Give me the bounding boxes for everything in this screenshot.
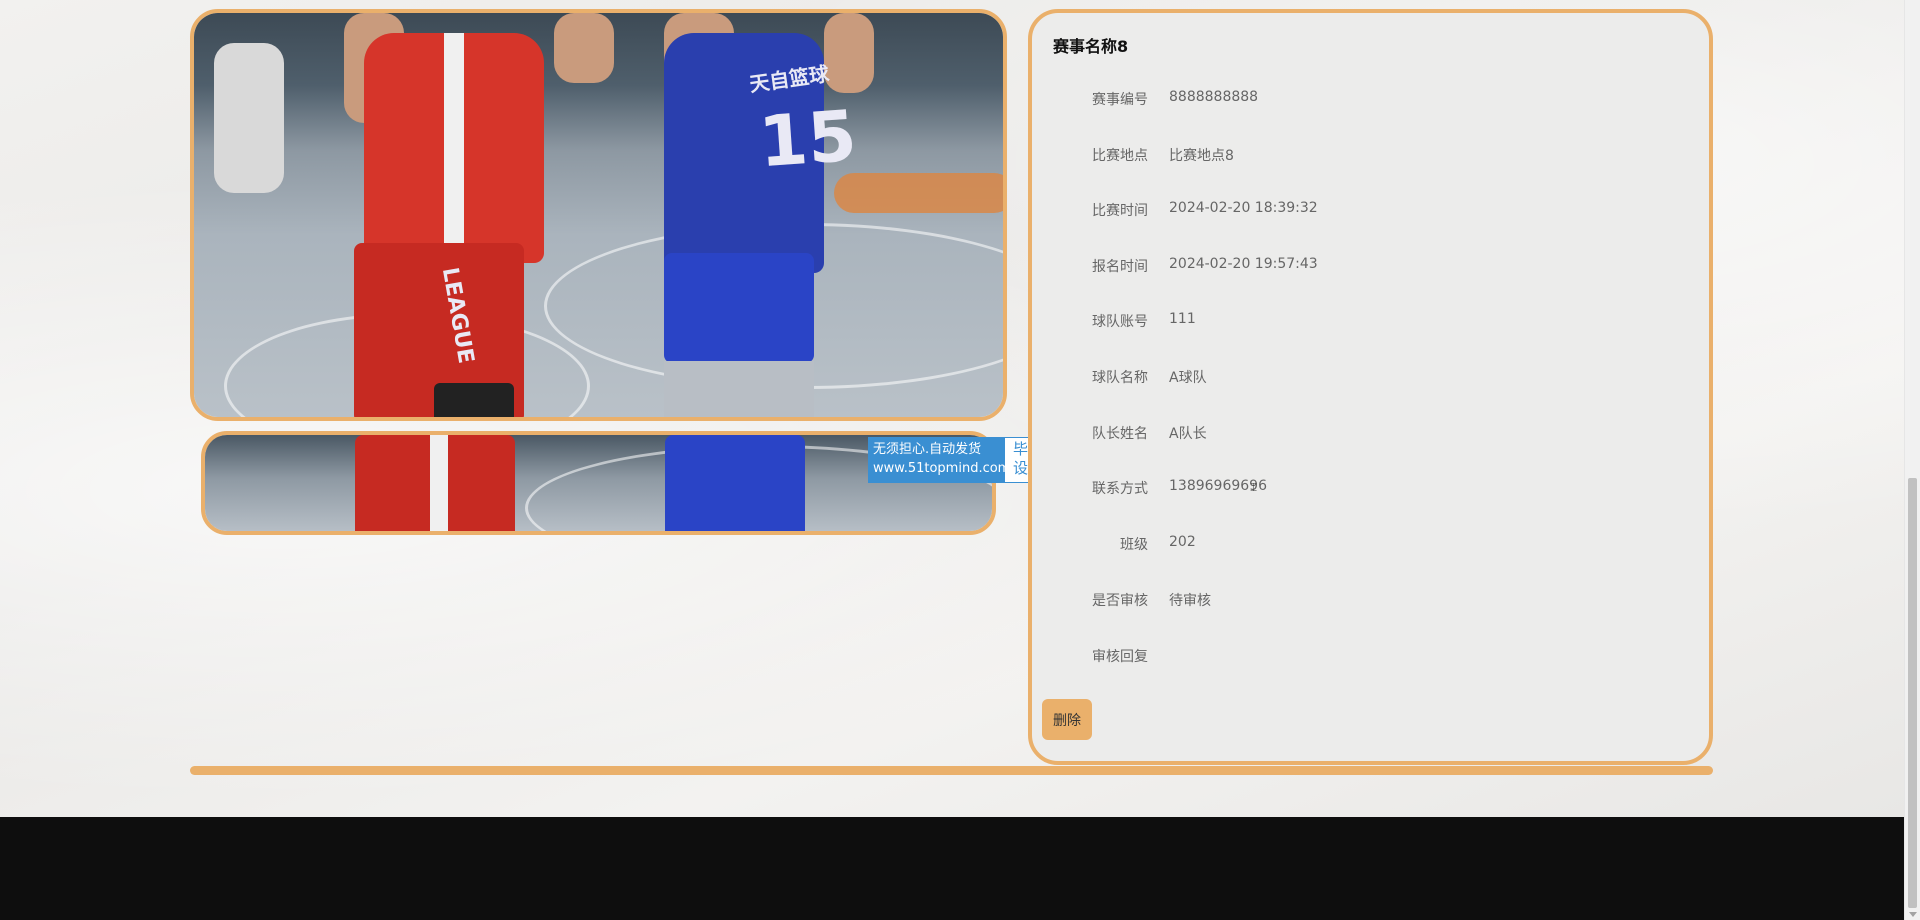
scroll-down-icon[interactable] (1909, 912, 1917, 917)
jersey-number: 15 (756, 94, 860, 184)
field-label: 审核回复 (1092, 649, 1148, 665)
scrollbar-thumb[interactable] (1908, 478, 1917, 908)
field-value: 202 (1169, 534, 1196, 550)
field-label: 联系方式 (1092, 481, 1148, 497)
main-product-image: LEAGUE 天自篮球 15 (190, 9, 1007, 421)
field-label: 比赛地点 (1092, 148, 1148, 164)
field-label: 球队名称 (1092, 370, 1148, 386)
field-label: 报名时间 (1092, 259, 1148, 275)
field-label: 比赛时间 (1092, 203, 1148, 219)
field-label: 班级 (1120, 537, 1148, 553)
field-label: 球队账号 (1092, 314, 1148, 330)
divider-bar (190, 766, 1713, 775)
footer (0, 817, 1905, 920)
basketball-photo: LEAGUE 天自篮球 15 (194, 13, 1003, 417)
field-value: 8888888888 (1169, 89, 1259, 105)
field-value: 111 (1169, 311, 1196, 327)
field-value: 比赛地点8 (1169, 148, 1234, 164)
field-label: 是否审核 (1092, 593, 1148, 609)
field-value: 待审核 (1169, 593, 1211, 609)
watermark-line2: www.51topmind.com (873, 461, 1011, 476)
page-scrollbar[interactable] (1904, 0, 1920, 920)
field-value: 2024-02-20 19:57:43 (1169, 256, 1318, 272)
field-value: 2024-02-20 18:39:32 (1169, 200, 1318, 216)
text-cursor-icon: ⌶ (1250, 480, 1258, 494)
watermark-line1: 无须担心.自动发货 (873, 442, 982, 457)
field-label: 赛事编号 (1092, 92, 1148, 108)
delete-button[interactable]: 删除 (1042, 699, 1092, 740)
field-value: A队长 (1169, 426, 1207, 442)
event-title: 赛事名称8 (1053, 37, 1129, 56)
field-value: A球队 (1169, 370, 1207, 386)
watermark-badge: 无须担心.自动发货 www.51topmind.com 毕业 设计 (868, 437, 1052, 483)
field-label: 队长姓名 (1092, 426, 1148, 442)
